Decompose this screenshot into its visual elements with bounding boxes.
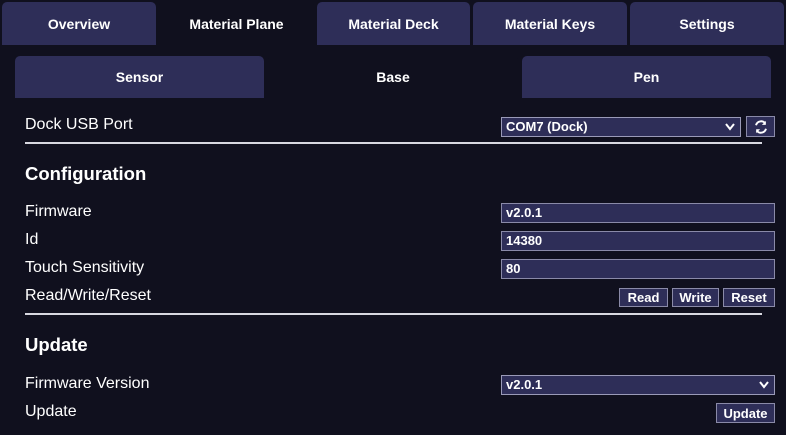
read-button[interactable]: Read <box>619 288 668 307</box>
update-button[interactable]: Update <box>716 403 775 423</box>
subtab-base[interactable]: Base <box>268 56 518 98</box>
divider <box>25 313 762 315</box>
id-label: Id <box>25 231 39 248</box>
id-field[interactable]: 14380 <box>501 231 775 251</box>
divider <box>25 142 762 144</box>
firmware-label: Firmware <box>25 203 92 220</box>
tab-material-plane[interactable]: Material Plane <box>159 2 314 45</box>
write-button[interactable]: Write <box>672 288 719 307</box>
refresh-icon <box>754 119 767 134</box>
update-label: Update <box>25 403 77 420</box>
dock-port-select[interactable]: COM7 (Dock) <box>501 117 741 137</box>
tab-settings[interactable]: Settings <box>630 2 784 45</box>
configuration-heading: Configuration <box>25 163 147 184</box>
tab-material-deck[interactable]: Material Deck <box>317 2 470 45</box>
firmware-version-select[interactable]: v2.0.1 <box>501 375 775 395</box>
tab-overview[interactable]: Overview <box>2 2 156 45</box>
firmware-field[interactable]: v2.0.1 <box>501 203 775 223</box>
firmware-version-label: Firmware Version <box>25 375 150 392</box>
read-write-reset-label: Read/Write/Reset <box>25 287 151 304</box>
main-tab-bar: Overview Material Plane Material Deck Ma… <box>0 0 786 45</box>
dock-port-selected-value: COM7 (Dock) <box>506 119 588 134</box>
subtab-pen[interactable]: Pen <box>522 56 771 98</box>
touch-sensitivity-label: Touch Sensitivity <box>25 259 145 276</box>
update-heading: Update <box>25 334 88 355</box>
tab-material-keys[interactable]: Material Keys <box>473 2 627 45</box>
chevron-down-icon <box>725 123 735 131</box>
firmware-version-selected-value: v2.0.1 <box>506 377 543 392</box>
reset-button[interactable]: Reset <box>723 288 775 307</box>
subtab-sensor[interactable]: Sensor <box>15 56 264 98</box>
dock-usb-port-label: Dock USB Port <box>25 116 133 133</box>
touch-sensitivity-field[interactable]: 80 <box>501 259 775 279</box>
chevron-down-icon <box>759 381 769 389</box>
refresh-ports-button[interactable] <box>746 116 775 137</box>
